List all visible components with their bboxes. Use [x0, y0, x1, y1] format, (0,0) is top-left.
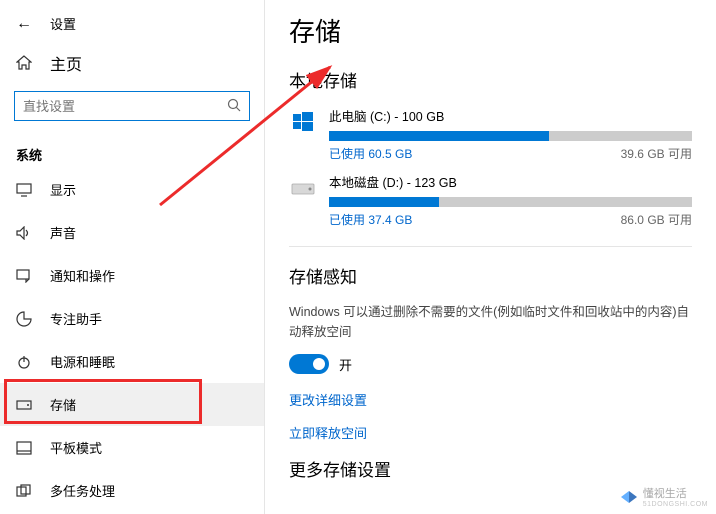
power-icon: [16, 354, 32, 370]
search-input-wrap[interactable]: [14, 91, 250, 121]
sidebar-item-display[interactable]: 显示: [0, 168, 264, 211]
divider: [289, 246, 692, 247]
watermark-logo-icon: [619, 487, 639, 507]
sidebar: ← 设置 主页 系统 显示: [0, 0, 265, 514]
watermark-brand: 懂视生活: [643, 485, 708, 501]
back-button[interactable]: ←: [16, 15, 32, 33]
storage-sense-toggle[interactable]: [289, 354, 329, 374]
sidebar-item-label: 存储: [50, 395, 76, 414]
multitask-icon: [16, 484, 32, 498]
sidebar-item-power[interactable]: 电源和睡眠: [0, 340, 264, 383]
drive-usage-bar: [329, 197, 692, 207]
search-input[interactable]: [23, 99, 227, 114]
sidebar-item-focus[interactable]: 专注助手: [0, 297, 264, 340]
storage-icon: [16, 400, 32, 410]
storage-sense-desc: Windows 可以通过删除不需要的文件(例如临时文件和回收站中的内容)自动释放…: [289, 302, 692, 342]
drive-c[interactable]: 此电脑 (C:) - 100 GB 已使用 60.5 GB 39.6 GB 可用: [289, 106, 692, 162]
focus-icon: [16, 311, 32, 327]
drive-used: 已使用 37.4 GB: [329, 211, 412, 228]
sidebar-item-sound[interactable]: 声音: [0, 211, 264, 254]
search-icon: [227, 98, 241, 115]
settings-title: 设置: [50, 14, 76, 33]
watermark-sub: 51DONGSHI.COM: [643, 501, 708, 508]
page-title: 存储: [289, 12, 692, 49]
sidebar-item-label: 平板模式: [50, 438, 102, 457]
home-nav[interactable]: 主页: [0, 41, 264, 85]
drive-name: 本地磁盘 (D:) - 123 GB: [329, 172, 692, 191]
tablet-icon: [16, 441, 32, 455]
drive-free: 39.6 GB 可用: [621, 145, 692, 162]
sidebar-item-label: 声音: [50, 223, 76, 242]
drive-used: 已使用 60.5 GB: [329, 145, 412, 162]
configure-link[interactable]: 更改详细设置: [289, 390, 692, 409]
sidebar-item-label: 专注助手: [50, 309, 102, 328]
watermark: 懂视生活 51DONGSHI.COM: [619, 485, 708, 508]
section-label: 系统: [0, 135, 264, 168]
sidebar-item-tablet[interactable]: 平板模式: [0, 426, 264, 469]
home-label: 主页: [50, 51, 82, 75]
sidebar-item-label: 电源和睡眠: [50, 352, 115, 371]
sidebar-item-notifications[interactable]: 通知和操作: [0, 254, 264, 297]
sidebar-item-label: 多任务处理: [50, 481, 115, 500]
local-storage-title: 本地存储: [289, 67, 692, 92]
drive-d[interactable]: 本地磁盘 (D:) - 123 GB 已使用 37.4 GB 86.0 GB 可…: [289, 172, 692, 228]
disk-drive-icon: [289, 174, 317, 202]
toggle-label: 开: [339, 355, 352, 374]
sidebar-item-label: 显示: [50, 180, 76, 199]
home-icon: [16, 55, 32, 71]
notifications-icon: [16, 269, 32, 283]
more-storage-title: 更多存储设置: [289, 456, 692, 481]
main-content: 存储 本地存储 此电脑 (C:) - 100 GB 已使用 60.5 GB 39…: [265, 0, 716, 514]
display-icon: [16, 183, 32, 197]
sound-icon: [16, 226, 32, 240]
windows-drive-icon: [289, 108, 317, 136]
sidebar-item-label: 通知和操作: [50, 266, 115, 285]
sidebar-item-multitask[interactable]: 多任务处理: [0, 469, 264, 512]
free-now-link[interactable]: 立即释放空间: [289, 423, 692, 442]
sidebar-item-storage[interactable]: 存储: [0, 383, 264, 426]
drive-usage-bar: [329, 131, 692, 141]
drive-name: 此电脑 (C:) - 100 GB: [329, 106, 692, 125]
storage-sense-title: 存储感知: [289, 263, 692, 288]
drive-free: 86.0 GB 可用: [621, 211, 692, 228]
